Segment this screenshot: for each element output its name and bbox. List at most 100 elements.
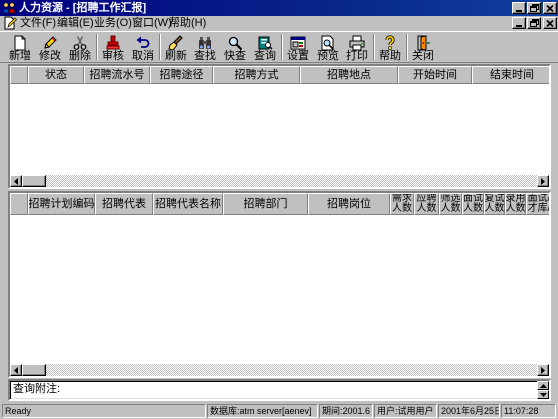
scissors-icon (72, 35, 88, 51)
edit-button[interactable]: 修改 (35, 33, 65, 62)
scroll-thumb[interactable] (22, 175, 46, 187)
child-restore-button[interactable] (527, 17, 541, 29)
restore-icon (529, 19, 539, 27)
title-bar[interactable]: 人力资源 - [招聘工作汇报] (0, 0, 558, 16)
column-header-line: 人数 (440, 203, 461, 214)
column-header-text: 招聘代表 (102, 198, 146, 210)
query-note-vscrollbar[interactable] (537, 381, 549, 399)
column-header-text: 招聘计划编码 (28, 198, 95, 210)
new-button[interactable]: 新增 (5, 33, 35, 62)
column-header-method[interactable]: 招聘方式 (213, 66, 300, 84)
arrow-right-icon (541, 366, 545, 374)
column-header-representative[interactable]: 招聘代表 (95, 193, 153, 215)
column-header-applicant-count[interactable]: 应聘 人数 (414, 193, 439, 215)
minimize-icon (516, 9, 522, 12)
column-header-demand-count[interactable]: 需求 人数 (390, 193, 414, 215)
plan-grid-header: 状态 招聘流水号 招聘途径 招聘方式 招聘地点 开始时间 结束时间 (10, 66, 549, 84)
delete-button[interactable]: 删除 (65, 33, 95, 62)
column-header-position[interactable]: 招聘岗位 (308, 193, 390, 215)
column-header-talent-pool-count[interactable]: 面试/才库/ (526, 193, 549, 215)
query-document-icon (257, 35, 273, 51)
column-header-status[interactable]: 状态 (28, 66, 84, 84)
column-header-plan-code[interactable]: 招聘计划编码 (28, 193, 95, 215)
plan-grid[interactable]: 状态 招聘流水号 招聘途径 招聘方式 招聘地点 开始时间 结束时间 (8, 64, 551, 189)
column-header-serial-no[interactable]: 招聘流水号 (84, 66, 150, 84)
help-button-label: 帮助 (379, 50, 401, 62)
arrow-up-icon (539, 383, 547, 388)
menu-business[interactable]: 业务(O) (92, 16, 134, 31)
column-header-department[interactable]: 招聘部门 (223, 193, 308, 215)
minimize-icon (516, 24, 522, 27)
restore-button[interactable] (527, 2, 541, 14)
scroll-up-button[interactable] (537, 381, 549, 390)
detail-grid-body[interactable] (10, 215, 549, 365)
print-button[interactable]: 打印 (342, 33, 372, 62)
scroll-left-button[interactable] (10, 175, 22, 187)
scroll-down-button[interactable] (537, 390, 549, 399)
help-button[interactable]: 帮助 (375, 33, 405, 62)
scroll-right-button[interactable] (537, 175, 549, 187)
detail-grid[interactable]: 招聘计划编码 招聘代表 招聘代表名称 招聘部门 招聘岗位 需求 人数 应聘 人数 筛… (8, 191, 551, 378)
child-minimize-button[interactable] (512, 17, 526, 29)
printer-icon (349, 35, 365, 51)
column-header-representative-name[interactable]: 招聘代表名称 (153, 193, 223, 215)
column-header-line: 人数 (392, 203, 412, 214)
close-icon (546, 19, 554, 27)
status-bar: Ready 数据库:atm server[aenev] 期间:2001.6 用户… (0, 403, 558, 419)
print-button-label: 打印 (346, 50, 368, 62)
row-indicator-header (10, 193, 28, 215)
scroll-right-button[interactable] (537, 364, 549, 376)
status-time: 11:07:28 (501, 404, 556, 418)
query-note-label: 查询附注: (13, 383, 61, 395)
plan-grid-hscrollbar[interactable] (10, 175, 549, 187)
menu-file[interactable]: 文件(F) (18, 16, 58, 31)
child-close-button[interactable] (543, 17, 557, 29)
cancel-button[interactable]: 取消 (128, 33, 158, 62)
scroll-thumb[interactable] (22, 364, 46, 376)
column-header-text: 招聘部门 (243, 198, 288, 210)
column-header-line: 人数 (416, 203, 437, 214)
restore-icon (529, 4, 539, 12)
menu-help[interactable]: 帮助(H) (167, 16, 208, 31)
brush-icon (168, 35, 184, 51)
column-header-end-time[interactable]: 结束时间 (472, 66, 549, 84)
plan-grid-body[interactable] (10, 84, 549, 175)
status-date: 2001年6月25日 (438, 404, 500, 418)
settings-button[interactable]: 设置 (283, 33, 313, 62)
status-period: 期间:2001.6 (319, 404, 373, 418)
column-header-interview-count[interactable]: 面试 人数 (462, 193, 484, 215)
menu-bar: 文件(F) 编辑(E) 业务(O) 窗口(W) 帮助(H) (0, 16, 558, 31)
minimize-button[interactable] (512, 2, 526, 14)
status-ready: Ready (2, 404, 206, 418)
column-header-location[interactable]: 招聘地点 (300, 66, 398, 84)
delete-button-label: 删除 (69, 50, 91, 62)
detail-grid-hscrollbar[interactable] (10, 364, 549, 376)
exit-door-icon (415, 35, 431, 51)
query-note-area[interactable]: 查询附注: (8, 379, 551, 401)
audit-button[interactable]: 审核 (98, 33, 128, 62)
column-header-line: 人数 (463, 203, 483, 214)
hr-people-icon[interactable] (2, 1, 16, 15)
menu-edit[interactable]: 编辑(E) (55, 16, 96, 31)
binoculars-icon (197, 35, 213, 51)
column-header-start-time[interactable]: 开始时间 (398, 66, 472, 84)
scroll-left-button[interactable] (10, 364, 22, 376)
detail-grid-header: 招聘计划编码 招聘代表 招聘代表名称 招聘部门 招聘岗位 需求 人数 应聘 人数 筛… (10, 193, 549, 215)
query-button[interactable]: 查询 (250, 33, 280, 62)
column-header-channel[interactable]: 招聘途径 (150, 66, 213, 84)
quick-search-button[interactable]: 快查 (220, 33, 250, 62)
magnifier-icon (227, 35, 243, 51)
document-pen-icon[interactable] (3, 16, 17, 30)
close-window-button[interactable]: 关闭 (408, 33, 438, 62)
close-window-button-label: 关闭 (412, 50, 434, 62)
column-header-hired-count[interactable]: 录用 人数 (505, 193, 526, 215)
close-button[interactable] (543, 2, 557, 14)
column-header-line: 人数 (484, 203, 505, 214)
close-icon (546, 4, 554, 12)
status-user: 用户:试用用户 (374, 404, 437, 418)
new-document-icon (12, 35, 28, 51)
status-database: 数据库:atm server[aenev] (207, 404, 318, 418)
column-header-reinterview-count[interactable]: 复试 人数 (484, 193, 505, 215)
find-button[interactable]: 查找 (190, 33, 220, 62)
column-header-screened-count[interactable]: 筛选 人数 (439, 193, 462, 215)
